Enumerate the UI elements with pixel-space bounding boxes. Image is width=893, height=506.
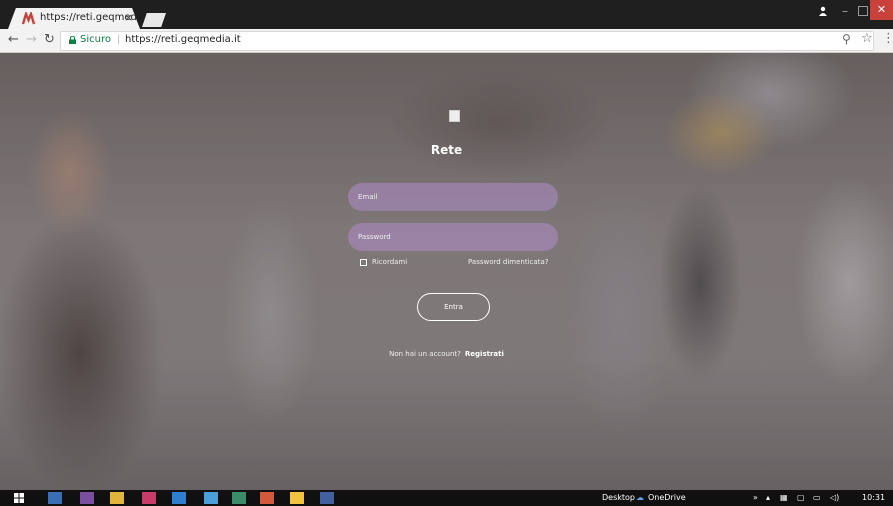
secure-label: Sicuro	[80, 34, 111, 45]
calendar-taskbar-icon[interactable]	[142, 492, 156, 504]
background-overlay	[0, 53, 893, 490]
volume-icon[interactable]: ◁)	[830, 493, 839, 502]
explorer-taskbar-icon[interactable]	[110, 492, 124, 504]
app-taskbar-icon[interactable]	[232, 492, 246, 504]
zoom-icon[interactable]: ⚲	[842, 32, 851, 46]
sticky-taskbar-icon[interactable]	[290, 492, 304, 504]
url-separator: |	[117, 34, 121, 45]
new-tab-button[interactable]	[142, 13, 166, 27]
back-arrow-icon[interactable]: ←	[8, 32, 19, 47]
kebab-menu-icon[interactable]: ⋮	[882, 31, 893, 46]
broken-logo-image	[449, 110, 460, 122]
maximize-button[interactable]	[858, 6, 868, 16]
login-button[interactable]: Entra	[417, 293, 490, 321]
paint-taskbar-icon[interactable]	[260, 492, 274, 504]
brand-title: Rete	[430, 143, 463, 157]
chat-icon[interactable]: ▭	[813, 493, 821, 502]
edge-taskbar-icon[interactable]	[172, 492, 186, 504]
overflow-icon[interactable]: »	[753, 493, 758, 502]
desktop-label[interactable]: Desktop	[602, 493, 635, 502]
clock: 10:31	[862, 493, 886, 502]
chevron-up-icon[interactable]: ▴	[766, 493, 770, 502]
onedrive-icon[interactable]: ☁	[636, 493, 644, 502]
page-background: Rete Ricordami Password dimenticata? Ent…	[0, 53, 893, 490]
address-bar[interactable]: Sicuro | https://reti.geqmedia.it	[60, 31, 874, 51]
onenote-taskbar-icon[interactable]	[80, 492, 94, 504]
settings-taskbar-icon[interactable]	[204, 492, 218, 504]
url-text[interactable]: https://reti.geqmedia.it	[125, 34, 241, 45]
m-logo-icon	[22, 12, 35, 25]
lock-icon	[69, 36, 76, 44]
browser-toolbar: ← → ↻ Sicuro | https://reti.geqmedia.it	[0, 29, 893, 53]
tab-title: https://reti.geqmedia.it	[40, 12, 156, 23]
password-field[interactable]	[348, 223, 558, 251]
window-taskbar-icon[interactable]	[320, 492, 334, 504]
tab-close-icon[interactable]: ×	[124, 11, 133, 24]
forward-arrow-icon[interactable]: →	[26, 32, 37, 47]
onedrive-label[interactable]: OneDrive	[648, 493, 686, 502]
minimize-button[interactable]: –	[842, 4, 848, 18]
windows-start-icon[interactable]	[14, 493, 24, 503]
window-close-button[interactable]: ✕	[870, 0, 893, 20]
signup-link[interactable]: Registrati	[465, 350, 504, 358]
remember-checkbox[interactable]	[360, 259, 367, 266]
remember-label: Ricordami	[372, 258, 408, 266]
signup-prompt: Non hai un account?	[389, 350, 461, 358]
taskbar: Desktop ☁ OneDrive » ▴ ▦ ▢ ▭ ◁) 10:31	[0, 490, 893, 506]
browser-tab[interactable]: https://reti.geqmedia.it ×	[8, 8, 140, 29]
notification-icon[interactable]: ▢	[797, 493, 805, 502]
star-icon[interactable]: ☆	[861, 31, 873, 46]
chrome-taskbar-icon[interactable]	[48, 492, 62, 504]
reload-icon[interactable]: ↻	[44, 32, 55, 47]
user-icon[interactable]	[818, 6, 828, 16]
network-icon[interactable]: ▦	[780, 493, 788, 502]
email-field[interactable]	[348, 183, 558, 211]
forgot-password-link[interactable]: Password dimenticata?	[468, 258, 548, 266]
browser-titlebar: https://reti.geqmedia.it × – ✕	[0, 0, 893, 29]
signup-row: Non hai un account? Registrati	[0, 350, 893, 358]
